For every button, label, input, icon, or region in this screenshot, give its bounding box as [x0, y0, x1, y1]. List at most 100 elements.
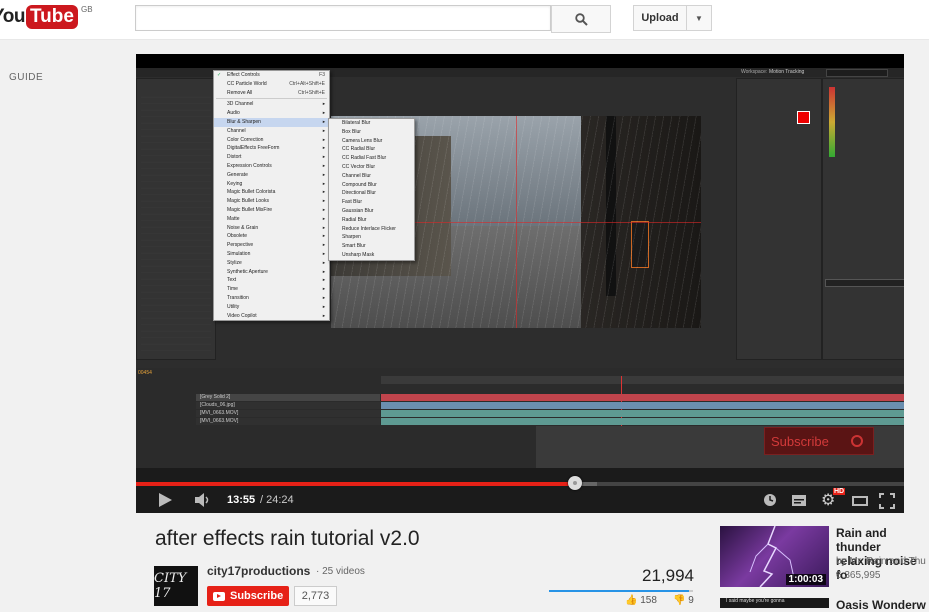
- recommended-thumbnail[interactable]: 1:00:03: [720, 526, 829, 587]
- blur-submenu-item[interactable]: CC Radial Fast Blur: [329, 154, 414, 163]
- upload-dropdown-button[interactable]: ▼: [686, 5, 712, 31]
- menu-item-label: Audio: [227, 110, 240, 117]
- effects-menu-item[interactable]: Synthetic Aperture ►: [214, 268, 329, 277]
- menu-item-shortcut: Ctrl+Shift+E: [298, 89, 325, 96]
- youtube-logo[interactable]: You Tube GB: [0, 4, 93, 30]
- blur-submenu-item[interactable]: CC Vector Blur: [329, 163, 414, 172]
- effects-menu-item[interactable]: Noise & Grain ►: [214, 224, 329, 233]
- subscribe-button[interactable]: Subscribe: [207, 586, 289, 606]
- blur-submenu-item[interactable]: CC Radial Blur: [329, 145, 414, 154]
- effects-menu-item[interactable]: Channel ►: [214, 127, 329, 136]
- effects-menu: Effect Controls ✓ F3 CC Particle World Ctrl+…: [213, 70, 330, 322]
- submenu-arrow-icon: ►: [322, 242, 326, 248]
- effects-menu-item[interactable]: Generate ►: [214, 171, 329, 180]
- play-icon[interactable]: [157, 492, 173, 508]
- blur-submenu-item[interactable]: Radial Blur: [329, 216, 414, 225]
- effects-menu-item[interactable]: Remove All Ctrl+Shift+E: [214, 89, 329, 98]
- dislike-button[interactable]: 👎 9: [673, 595, 694, 606]
- like-count: 158: [640, 595, 657, 606]
- captions-icon[interactable]: [792, 495, 806, 506]
- menu-item-label: CC Particle World: [227, 80, 267, 87]
- effects-menu-item[interactable]: Audio ►: [214, 109, 329, 118]
- watch-later-icon[interactable]: [763, 493, 777, 507]
- menu-item-label: Noise & Grain: [227, 224, 259, 231]
- recommended-channel[interactable]: by Mr. Rain and Thu: [836, 556, 929, 567]
- effects-menu-item[interactable]: Blur & Sharpen ►: [214, 117, 329, 127]
- layer-row[interactable]: [MVI_0663.MOV]: [196, 418, 380, 425]
- effects-menu-item[interactable]: Stylize ►: [214, 259, 329, 268]
- view-count: 21,994: [642, 566, 694, 585]
- menu-item-label: Video Copilot: [227, 312, 257, 319]
- video-player[interactable]: Workspace: Motion Tracking Effect Contro…: [136, 54, 904, 513]
- recommended-title[interactable]: Oasis Wonderw: [836, 598, 929, 612]
- blur-submenu-item[interactable]: Channel Blur: [329, 172, 414, 181]
- blur-submenu-item[interactable]: Smart Blur: [329, 242, 414, 251]
- ae-workspace-value: Motion Tracking: [769, 69, 805, 75]
- layer-bar[interactable]: [381, 410, 904, 417]
- effects-menu-item[interactable]: Obsolete ►: [214, 232, 329, 241]
- layer-row[interactable]: [MVI_0663.MOV]: [196, 410, 380, 417]
- effects-menu-item[interactable]: Distort ►: [214, 153, 329, 162]
- search-button[interactable]: [551, 5, 611, 33]
- effects-menu-item[interactable]: Perspective ►: [214, 241, 329, 250]
- effects-menu-item[interactable]: DigitalEffects FreeForm ►: [214, 144, 329, 153]
- video-count[interactable]: · 25 videos: [316, 566, 365, 577]
- layer-row[interactable]: [Grey Solid 2]: [196, 394, 380, 401]
- fullscreen-icon[interactable]: [879, 493, 895, 509]
- effects-menu-item[interactable]: 3D Channel ►: [214, 100, 329, 109]
- blur-submenu-item[interactable]: Sharpen: [329, 233, 414, 242]
- effects-menu-item[interactable]: Magic Bullet Looks ►: [214, 197, 329, 206]
- masthead: You Tube GB Upload ▼: [0, 0, 929, 40]
- submenu-arrow-icon: ►: [322, 250, 326, 256]
- effects-menu-item[interactable]: Color Correction ►: [214, 136, 329, 145]
- submenu-arrow-icon: ►: [322, 154, 326, 160]
- subscriber-count: 2,773: [294, 586, 337, 606]
- blur-submenu-item[interactable]: Reduce Interlace Flicker: [329, 225, 414, 234]
- effects-menu-item[interactable]: Text ►: [214, 276, 329, 285]
- menu-item-label: Stylize: [227, 259, 242, 266]
- effects-menu-item[interactable]: CC Particle World Ctrl+Alt+Shift+E: [214, 80, 329, 89]
- effects-menu-item[interactable]: Keying ►: [214, 180, 329, 189]
- effects-menu-item[interactable]: Effect Controls ✓ F3: [214, 71, 329, 80]
- recommended-thumbnail[interactable]: I said maybe you're gonna: [720, 598, 829, 608]
- effects-menu-item[interactable]: Matte ►: [214, 215, 329, 224]
- upload-button[interactable]: Upload: [633, 5, 687, 31]
- channel-name[interactable]: city17productions: [207, 564, 310, 578]
- layer-bar[interactable]: [381, 394, 904, 401]
- layer-row[interactable]: [Clouds_06.jpg]: [196, 402, 380, 409]
- blur-submenu-item[interactable]: Compound Blur: [329, 181, 414, 190]
- menu-item-label: Expression Controls: [227, 162, 272, 169]
- like-button[interactable]: 👍 158: [625, 595, 657, 606]
- blur-submenu-item[interactable]: Unsharp Mask: [329, 251, 414, 260]
- recommended-views: 6,365,995: [836, 570, 881, 581]
- effects-menu-item[interactable]: Video Copilot ►: [214, 312, 329, 321]
- theater-mode-icon[interactable]: [852, 496, 868, 506]
- volume-icon[interactable]: [194, 492, 212, 508]
- layer-bar[interactable]: [381, 402, 904, 409]
- progress-bar[interactable]: [136, 482, 575, 486]
- effects-menu-item[interactable]: Expression Controls ►: [214, 162, 329, 171]
- blur-submenu-item[interactable]: Gaussian Blur: [329, 207, 414, 216]
- effects-menu-item[interactable]: Simulation ►: [214, 250, 329, 259]
- blur-submenu-item[interactable]: Directional Blur: [329, 189, 414, 198]
- effects-menu-item[interactable]: Magic Bullet MisFire ►: [214, 206, 329, 215]
- search-input[interactable]: [135, 5, 551, 31]
- submenu-arrow-icon: ►: [322, 268, 326, 274]
- effects-menu-item[interactable]: Utility ►: [214, 303, 329, 312]
- ae-search-help: [826, 69, 888, 77]
- menu-item-label: Obsolete: [227, 233, 248, 240]
- submenu-arrow-icon: ►: [322, 198, 326, 204]
- effects-search: [825, 279, 904, 287]
- effects-menu-item[interactable]: Magic Bullet Colorista ►: [214, 188, 329, 197]
- channel-avatar[interactable]: CITY 17: [154, 566, 198, 606]
- blur-submenu-item[interactable]: Fast Blur: [329, 198, 414, 207]
- scrubber-handle[interactable]: [567, 476, 582, 490]
- blur-submenu-item[interactable]: Camera Lens Blur: [329, 137, 414, 146]
- effects-menu-item[interactable]: Time ►: [214, 285, 329, 294]
- effect-properties-list: [141, 91, 211, 353]
- effects-menu-item[interactable]: Transition ►: [214, 294, 329, 303]
- blur-submenu-item[interactable]: Bilateral Blur: [329, 119, 414, 128]
- guide-button[interactable]: GUIDE: [9, 72, 43, 83]
- layer-bar[interactable]: [381, 418, 904, 425]
- blur-submenu-item[interactable]: Box Blur: [329, 128, 414, 137]
